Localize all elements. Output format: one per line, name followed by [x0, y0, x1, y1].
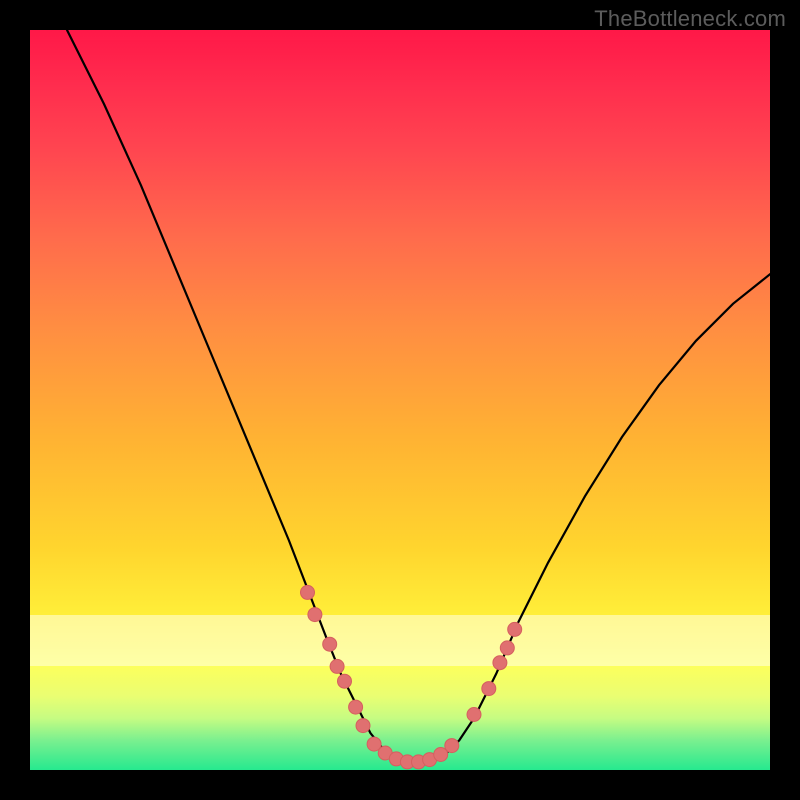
data-dot [378, 746, 392, 760]
data-dot [467, 708, 481, 722]
data-dot [500, 641, 514, 655]
data-dot [301, 585, 315, 599]
data-dot [323, 637, 337, 651]
chart-frame: TheBottleneck.com [0, 0, 800, 800]
data-dot [356, 719, 370, 733]
bottleneck-curve [67, 30, 770, 763]
data-dot [445, 739, 459, 753]
plot-area [30, 30, 770, 770]
data-dot [308, 608, 322, 622]
data-dot [423, 753, 437, 767]
data-dot [389, 752, 403, 766]
data-dot [412, 755, 426, 769]
highlight-band [30, 615, 770, 667]
data-dot [434, 748, 448, 762]
watermark-text: TheBottleneck.com [594, 6, 786, 32]
data-dot [367, 737, 381, 751]
data-dots [301, 585, 522, 769]
curve-layer [30, 30, 770, 770]
data-dot [330, 659, 344, 673]
data-dot [482, 682, 496, 696]
data-dot [493, 656, 507, 670]
data-dot [400, 755, 414, 769]
data-dot [338, 674, 352, 688]
data-dot [349, 700, 363, 714]
data-dot [508, 622, 522, 636]
